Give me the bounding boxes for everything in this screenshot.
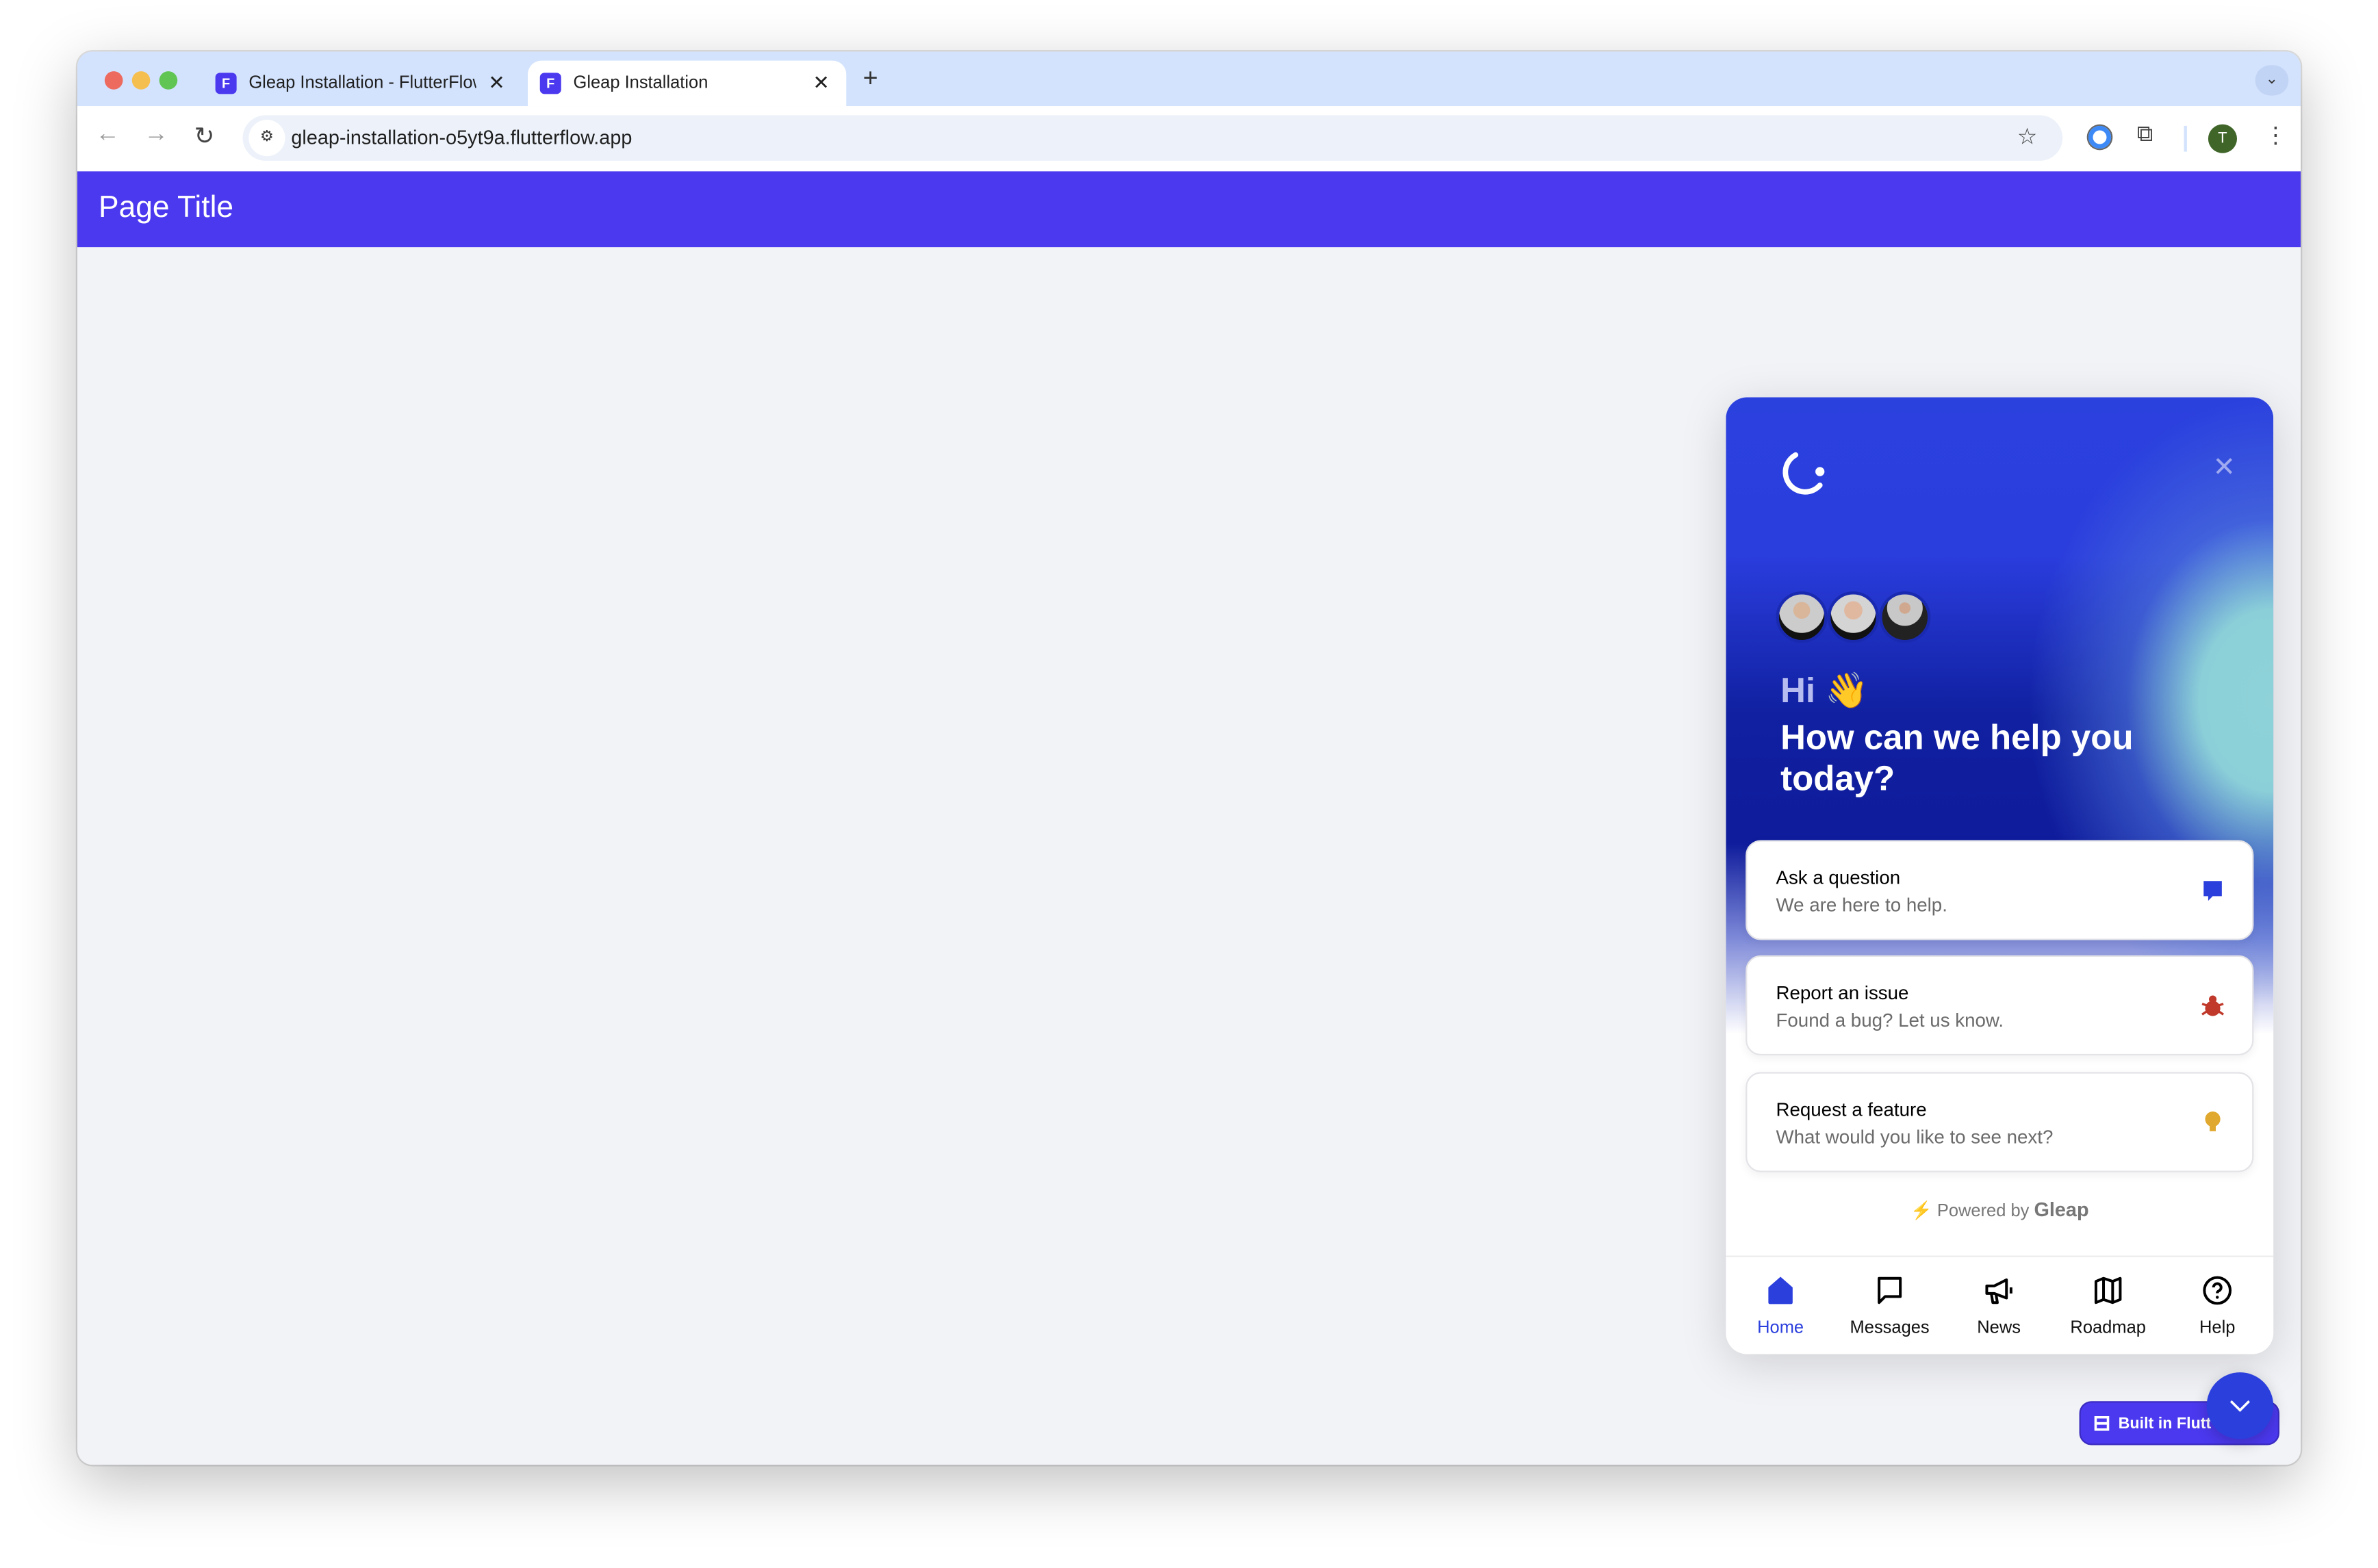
back-icon[interactable]: ← bbox=[96, 121, 120, 149]
new-tab-button[interactable]: + bbox=[863, 64, 878, 94]
reload-icon[interactable]: ↻ bbox=[194, 121, 215, 151]
gleap-brand: Gleap bbox=[2034, 1198, 2089, 1221]
close-widget-icon[interactable]: ✕ bbox=[2213, 452, 2236, 484]
nav-label: Help bbox=[2199, 1319, 2236, 1338]
card-subtitle: Found a bug? Let us know. bbox=[1776, 1010, 2004, 1031]
tab-bar: F Gleap Installation - FlutterFlow ✕ F G… bbox=[77, 51, 2301, 107]
minimize-window-button[interactable] bbox=[131, 71, 151, 90]
maximize-window-button[interactable] bbox=[159, 71, 178, 90]
nav-label: Home bbox=[1757, 1319, 1804, 1338]
widget-bottom-nav: Home Messages News Roadmap Help bbox=[1726, 1255, 2274, 1354]
tab-title: Gleap Installation - FlutterFlow bbox=[248, 74, 476, 93]
tab-gleap-installation[interactable]: F Gleap Installation ✕ bbox=[528, 60, 847, 107]
home-icon bbox=[1768, 1276, 1793, 1304]
megaphone-icon bbox=[1985, 1278, 2012, 1304]
nav-label: Roadmap bbox=[2070, 1319, 2146, 1338]
headline: How can we help you today? bbox=[1780, 717, 2134, 798]
nav-home[interactable]: Home bbox=[1726, 1275, 1835, 1337]
gleap-launcher-button[interactable] bbox=[2206, 1372, 2274, 1439]
close-window-button[interactable] bbox=[104, 71, 123, 90]
badge-label: Built in Flutt bbox=[2118, 1414, 2212, 1432]
nav-help[interactable]: Help bbox=[2162, 1275, 2272, 1337]
lightbulb-icon bbox=[2205, 1111, 2221, 1131]
url-text[interactable]: gleap-installation-o5yt9a.flutterflow.ap… bbox=[291, 126, 632, 149]
card-title: Request a feature bbox=[1776, 1099, 1927, 1121]
avatar bbox=[1827, 591, 1880, 643]
profile-avatar[interactable]: T bbox=[2208, 124, 2238, 153]
tab-search-chevron-icon[interactable]: ⌄ bbox=[2255, 65, 2289, 96]
tab-title: Gleap Installation bbox=[573, 74, 708, 93]
card-subtitle: We are here to help. bbox=[1776, 895, 1947, 916]
site-settings-icon[interactable]: ⚙ bbox=[248, 120, 285, 157]
card-subtitle: What would you like to see next? bbox=[1776, 1127, 2054, 1148]
tab-flutterflow[interactable]: F Gleap Installation - FlutterFlow ✕ bbox=[212, 61, 515, 106]
nav-roadmap[interactable]: Roadmap bbox=[2054, 1275, 2163, 1337]
gleap-widget: ✕ Hi 👋 How can we help you today? Ask a … bbox=[1726, 397, 2274, 1354]
ask-question-card[interactable]: Ask a question We are here to help. bbox=[1746, 840, 2254, 940]
greeting: Hi 👋 bbox=[1780, 670, 1869, 710]
bug-icon bbox=[2201, 995, 2224, 1016]
team-avatars bbox=[1776, 591, 1931, 643]
powered-by-text: Powered by bbox=[1936, 1202, 2030, 1221]
card-title: Report an issue bbox=[1776, 982, 1909, 1004]
request-feature-card[interactable]: Request a feature What would you like to… bbox=[1746, 1072, 2254, 1172]
help-icon bbox=[2203, 1276, 2232, 1305]
chevron-down-icon bbox=[2229, 1400, 2250, 1413]
flutterflow-favicon-icon: F bbox=[215, 73, 237, 94]
forward-icon[interactable]: → bbox=[144, 121, 168, 149]
nav-label: News bbox=[1977, 1319, 2021, 1338]
address-bar[interactable]: ⚙ gleap-installation-o5yt9a.flutterflow.… bbox=[242, 115, 2063, 161]
avatar bbox=[1879, 591, 1931, 643]
toolbar-divider bbox=[2184, 125, 2187, 152]
tab-close-icon[interactable]: ✕ bbox=[813, 71, 830, 95]
tab-close-icon[interactable]: ✕ bbox=[488, 71, 504, 95]
flutterflow-favicon-icon: F bbox=[539, 73, 561, 94]
nav-label: Messages bbox=[1850, 1319, 1930, 1338]
1password-icon[interactable] bbox=[2088, 125, 2112, 149]
page-title: Page Title bbox=[99, 191, 234, 224]
messages-icon bbox=[1878, 1276, 1902, 1304]
chat-icon bbox=[2203, 881, 2222, 901]
browser-toolbar: ← → ↻ ⚙ gleap-installation-o5yt9a.flutte… bbox=[77, 106, 2301, 172]
map-icon bbox=[2094, 1276, 2122, 1304]
powered-by[interactable]: ⚡ Powered by Gleap bbox=[1726, 1198, 2273, 1220]
app-header: Page Title bbox=[77, 171, 2301, 248]
flutterflow-logo-icon: ⊟ bbox=[2093, 1410, 2111, 1435]
menu-icon[interactable]: ⋮ bbox=[2264, 121, 2287, 149]
card-title: Ask a question bbox=[1776, 867, 1901, 889]
extensions-icon[interactable]: ⧉ bbox=[2137, 121, 2153, 147]
nav-messages[interactable]: Messages bbox=[1835, 1275, 1945, 1337]
nav-news[interactable]: News bbox=[1944, 1275, 2054, 1337]
browser-window: F Gleap Installation - FlutterFlow ✕ F G… bbox=[77, 51, 2301, 1465]
avatar bbox=[1776, 591, 1828, 643]
report-issue-card[interactable]: Report an issue Found a bug? Let us know… bbox=[1746, 955, 2254, 1056]
star-icon[interactable]: ☆ bbox=[2017, 123, 2038, 151]
lightning-icon: ⚡ bbox=[1910, 1202, 1932, 1221]
gleap-logo-icon bbox=[1782, 452, 1825, 495]
